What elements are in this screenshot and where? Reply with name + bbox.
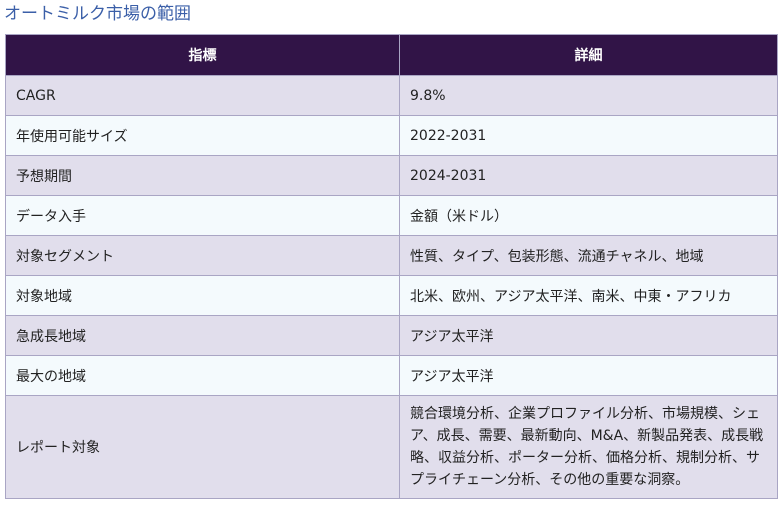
table-row: 年使用可能サイズ 2022-2031	[5, 115, 778, 156]
row-value: 北米、欧州、アジア太平洋、南米、中東・アフリカ	[399, 275, 778, 316]
row-label: レポート対象	[5, 395, 400, 499]
table-row: 対象地域 北米、欧州、アジア太平洋、南米、中東・アフリカ	[5, 275, 778, 316]
row-label: 対象セグメント	[5, 235, 400, 276]
row-value: 性質、タイプ、包装形態、流通チャネル、地域	[399, 235, 778, 276]
table-row: 最大の地域 アジア太平洋	[5, 355, 778, 396]
column-header-metric: 指標	[5, 34, 400, 76]
row-value: 金額（米ドル）	[399, 195, 778, 236]
row-value: アジア太平洋	[399, 355, 778, 396]
column-header-details: 詳細	[399, 34, 778, 76]
row-value: 2022-2031	[399, 115, 778, 156]
row-label: 最大の地域	[5, 355, 400, 396]
row-value: アジア太平洋	[399, 315, 778, 356]
market-scope-table: 指標 詳細 CAGR 9.8% 年使用可能サイズ 2022-2031 予想期間 …	[5, 34, 778, 499]
table-row: 対象セグメント 性質、タイプ、包装形態、流通チャネル、地域	[5, 235, 778, 276]
table-header-row: 指標 詳細	[5, 34, 778, 76]
table-row: 予想期間 2024-2031	[5, 155, 778, 196]
table-row: 急成長地域 アジア太平洋	[5, 315, 778, 356]
row-label: 予想期間	[5, 155, 400, 196]
row-value: 9.8%	[399, 75, 778, 116]
table-row: レポート対象 競合環境分析、企業プロファイル分析、市場規模、シェア、成長、需要、…	[5, 395, 778, 499]
row-label: 年使用可能サイズ	[5, 115, 400, 156]
page-title: オートミルク市場の範囲	[4, 4, 191, 24]
table-row: CAGR 9.8%	[5, 75, 778, 116]
row-value: 2024-2031	[399, 155, 778, 196]
row-label: 対象地域	[5, 275, 400, 316]
row-label: CAGR	[5, 75, 400, 116]
table-row: データ入手 金額（米ドル）	[5, 195, 778, 236]
row-label: データ入手	[5, 195, 400, 236]
row-value: 競合環境分析、企業プロファイル分析、市場規模、シェア、成長、需要、最新動向、M&…	[399, 395, 778, 499]
row-label: 急成長地域	[5, 315, 400, 356]
